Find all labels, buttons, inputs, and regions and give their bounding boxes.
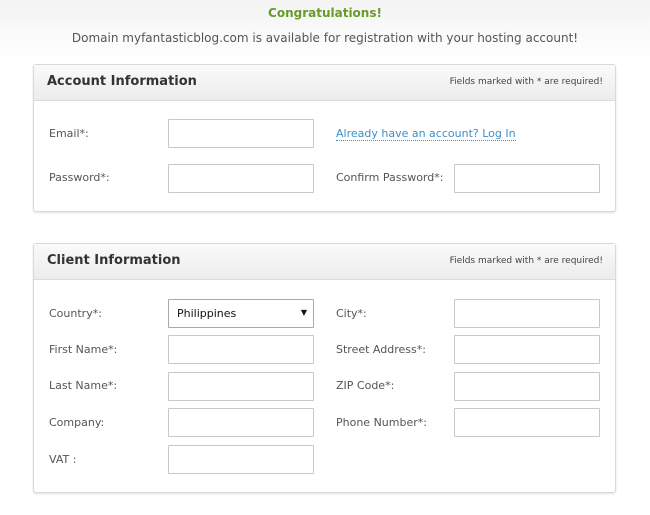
client-required-note: Fields marked with * are required! [449,256,603,266]
phone-number-field[interactable] [454,408,600,437]
confirm-password-field[interactable] [454,164,600,193]
login-link[interactable]: Already have an account? Log In [336,127,516,141]
city-field[interactable] [454,299,600,328]
last-name-field[interactable] [168,372,314,401]
last-name-label: Last Name*: [49,379,118,392]
password-field[interactable] [168,164,314,193]
congrats-heading: Congratulations! [268,6,382,20]
city-label: City*: [336,307,367,320]
email-label: Email*: [49,127,89,140]
account-panel-header: Account Information Fields marked with *… [34,65,615,101]
first-name-label: First Name*: [49,343,118,356]
account-panel-title: Account Information [47,74,197,89]
company-field[interactable] [168,408,314,437]
email-field[interactable] [168,119,314,148]
phone-number-label: Phone Number*: [336,416,427,429]
password-label: Password*: [49,171,110,184]
street-address-label: Street Address*: [336,343,426,356]
client-panel-header: Client Information Fields marked with * … [34,244,615,280]
confirm-password-label: Confirm Password*: [336,171,444,184]
dropdown-arrow-icon: ▼ [300,308,307,317]
company-label: Company: [49,416,105,429]
zip-code-label: ZIP Code*: [336,379,395,392]
street-address-field[interactable] [454,335,600,364]
country-select[interactable]: Philippines ▼ [168,299,314,328]
zip-code-field[interactable] [454,372,600,401]
client-panel-title: Client Information [47,253,181,268]
vat-label: VAT : [49,453,77,466]
availability-message: Domain myfantasticblog.com is available … [71,31,579,45]
country-label: Country*: [49,307,102,320]
vat-field[interactable] [168,445,314,474]
first-name-field[interactable] [168,335,314,364]
country-selected-value: Philippines [177,307,237,320]
account-required-note: Fields marked with * are required! [449,77,603,87]
client-information-panel: Client Information Fields marked with * … [33,243,616,493]
account-information-panel: Account Information Fields marked with *… [33,64,616,212]
